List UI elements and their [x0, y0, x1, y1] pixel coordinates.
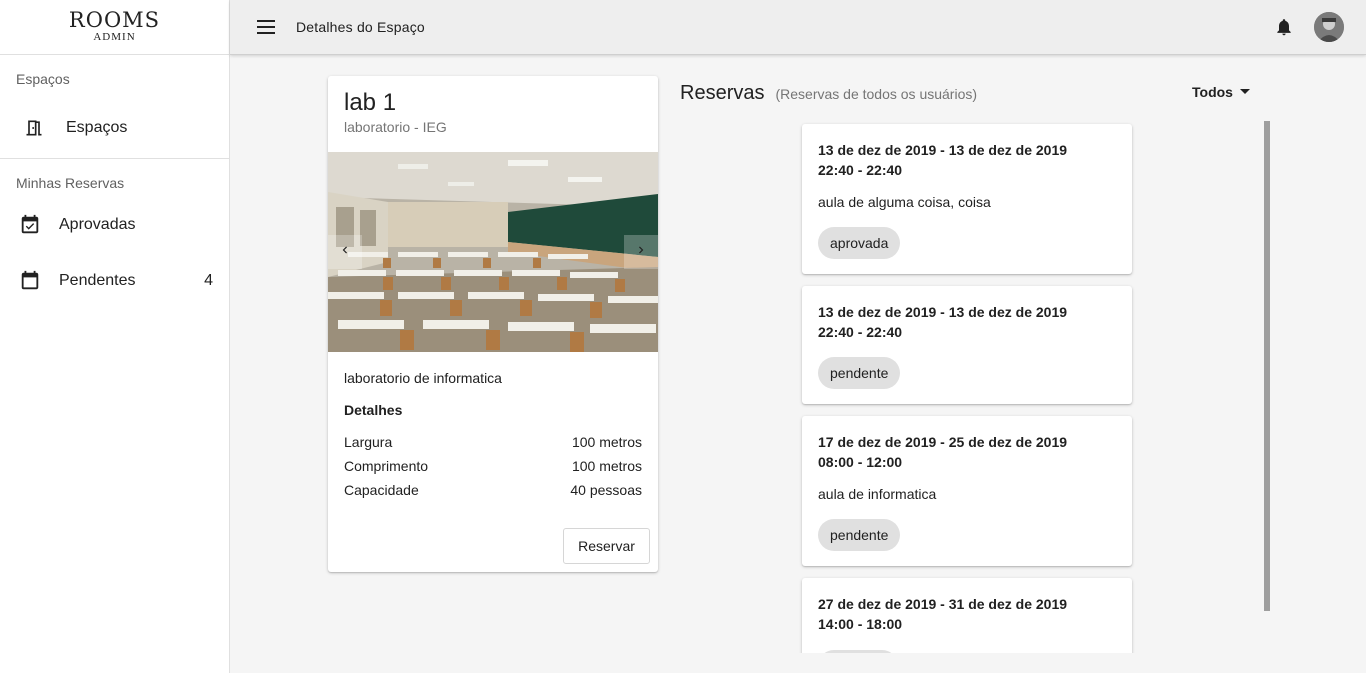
detail-label: Largura: [344, 434, 393, 450]
calendar-icon: [18, 269, 42, 293]
detail-row-comprimento: Comprimento 100 metros: [344, 458, 642, 474]
section-title-espacos: Espaços: [16, 71, 70, 87]
reservations-scrollbar[interactable]: [1264, 121, 1270, 611]
detail-value: 100 metros: [571, 458, 642, 474]
reservation-dates: 17 de dez de 2019 - 25 de dez de 2019: [818, 434, 1068, 450]
detail-value: 100 metros: [571, 434, 642, 450]
reservation-period: 27 de dez de 2019 - 31 de dez de 2019 14…: [818, 594, 1067, 634]
sidebar-item-aprovadas[interactable]: Aprovadas: [0, 197, 229, 253]
detail-row-capacidade: Capacidade 40 pessoas: [344, 482, 642, 498]
sidebar-item-label: Aprovadas: [59, 216, 136, 233]
reservation-description: aula de informatica: [818, 486, 937, 502]
status-chip: aprovada: [818, 227, 901, 259]
reservation-card[interactable]: 13 de dez de 2019 - 13 de dez de 2019 22…: [802, 286, 1132, 404]
calendar-check-icon: [18, 213, 42, 237]
reservation-times: 22:40 - 22:40: [818, 162, 903, 178]
room-photo-carousel: [328, 152, 658, 352]
status-chip: pendente: [818, 357, 901, 389]
reservation-times: 08:00 - 12:00: [818, 454, 903, 470]
details-heading: Detalhes: [344, 402, 403, 418]
section-title-minhas-reservas: Minhas Reservas: [16, 175, 125, 191]
reservation-period: 13 de dez de 2019 - 13 de dez de 2019 22…: [818, 302, 1067, 342]
user-avatar[interactable]: [1314, 12, 1344, 42]
sidebar-item-label: Pendentes: [59, 272, 136, 289]
detail-label: Capacidade: [344, 482, 419, 498]
sidebar-item-espacos[interactable]: Espaços: [0, 98, 229, 158]
reserve-button[interactable]: Reservar: [563, 528, 650, 564]
chevron-right-icon: [634, 243, 648, 262]
reservation-period: 17 de dez de 2019 - 25 de dez de 2019 08…: [818, 432, 1067, 472]
detail-value: 40 pessoas: [570, 482, 642, 498]
reservation-times: 14:00 - 18:00: [818, 616, 903, 632]
top-app-bar: Detalhes do Espaço: [230, 0, 1366, 55]
room-details-card: lab 1 laboratorio - IEG laboratorio de i…: [328, 76, 658, 572]
chevron-left-icon: [338, 243, 352, 262]
reservations-header: Reservas (Reservas de todos os usuários): [680, 82, 977, 105]
detail-row-largura: Largura 100 metros: [344, 434, 642, 450]
detail-label: Comprimento: [344, 458, 429, 474]
logo-sub-text: ADMIN: [93, 31, 136, 43]
reservations-list[interactable]: 13 de dez de 2019 - 13 de dez de 2019 22…: [790, 112, 1144, 653]
reservations-filter-dropdown[interactable]: Todos: [1192, 84, 1251, 100]
reservation-description: aula de alguma coisa, coisa: [818, 194, 991, 210]
filter-selected-value: Todos: [1192, 84, 1233, 100]
reservation-dates: 13 de dez de 2019 - 13 de dez de 2019: [818, 304, 1068, 320]
reservation-card[interactable]: 17 de dez de 2019 - 25 de dez de 2019 08…: [802, 416, 1132, 566]
dropdown-arrow-icon: [1239, 88, 1251, 96]
reservation-dates: 13 de dez de 2019 - 13 de dez de 2019: [818, 142, 1068, 158]
sidebar: ROOMS ADMIN Espaços Espaços Minhas Reser…: [0, 0, 230, 673]
status-chip: [818, 650, 898, 653]
reservation-card[interactable]: 13 de dez de 2019 - 13 de dez de 2019 22…: [802, 124, 1132, 274]
notification-bell-icon[interactable]: [1272, 15, 1296, 39]
room-description: laboratorio de informatica: [344, 370, 502, 386]
page-title: Detalhes do Espaço: [296, 19, 425, 35]
carousel-next-button[interactable]: [624, 235, 658, 269]
reservations-subtitle: (Reservas de todos os usuários): [775, 86, 978, 102]
door-icon: [22, 116, 46, 140]
pending-count-badge: 4: [204, 272, 213, 289]
classroom-photo: [328, 152, 658, 352]
reservation-times: 22:40 - 22:40: [818, 324, 903, 340]
sidebar-item-pendentes[interactable]: Pendentes 4: [0, 253, 229, 309]
sidebar-item-label: Espaços: [66, 119, 128, 136]
reservation-card[interactable]: 27 de dez de 2019 - 31 de dez de 2019 14…: [802, 578, 1132, 653]
reservation-period: 13 de dez de 2019 - 13 de dez de 2019 22…: [818, 140, 1067, 180]
reservation-dates: 27 de dez de 2019 - 31 de dez de 2019: [818, 596, 1068, 612]
room-subtitle: laboratorio - IEG: [344, 119, 447, 135]
reservations-title: Reservas: [680, 82, 765, 104]
status-chip: pendente: [818, 519, 901, 551]
menu-icon[interactable]: [254, 15, 278, 39]
carousel-prev-button[interactable]: [328, 235, 362, 269]
room-name: lab 1: [344, 89, 397, 116]
app-logo[interactable]: ROOMS ADMIN: [0, 0, 229, 55]
logo-main-text: ROOMS: [68, 8, 161, 32]
